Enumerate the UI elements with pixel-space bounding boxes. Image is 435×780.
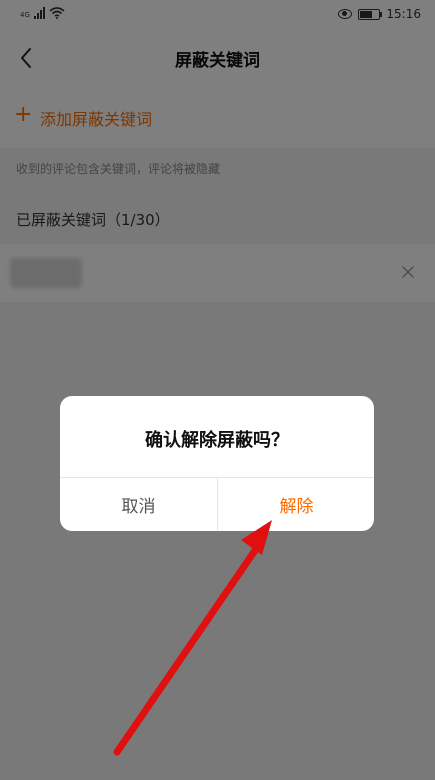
dialog-title: 确认解除屏蔽吗？ (145, 430, 289, 451)
confirm-unblock-button[interactable]: 解除 (218, 478, 374, 531)
modal-overlay[interactable] (0, 0, 435, 780)
confirm-dialog: 确认解除屏蔽吗？ 取消 解除 (60, 396, 374, 531)
cancel-button[interactable]: 取消 (60, 478, 217, 531)
